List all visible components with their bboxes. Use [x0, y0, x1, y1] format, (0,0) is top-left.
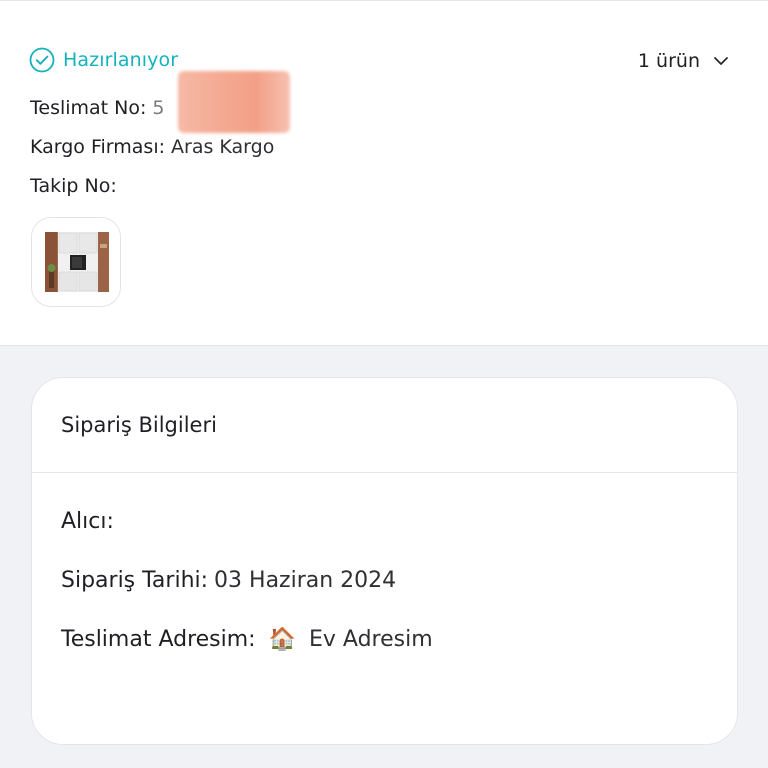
delivery-address-row: Teslimat Adresim: 🏠 Ev Adresim — [61, 627, 433, 652]
recipient-row: Alıcı: — [61, 509, 120, 534]
delivery-number-row: Teslimat No: 5 — [30, 97, 165, 119]
check-circle-icon — [29, 47, 55, 73]
delivery-address-value: Ev Adresim — [309, 627, 433, 652]
order-info-card: Sipariş Bilgileri Alıcı: Sipariş Tarihi:… — [31, 377, 738, 745]
item-count-toggle[interactable]: 1 ürün — [638, 50, 730, 72]
order-info-title: Sipariş Bilgileri — [32, 378, 737, 473]
order-date-value: 03 Haziran 2024 — [214, 568, 397, 593]
chevron-down-icon — [712, 52, 730, 70]
order-date-row: Sipariş Tarihi: 03 Haziran 2024 — [61, 568, 396, 593]
recipient-label: Alıcı: — [61, 509, 114, 534]
delivery-number-label: Teslimat No: — [30, 97, 147, 119]
tracking-number-row: Takip No: — [30, 175, 123, 197]
order-date-label: Sipariş Tarihi: — [61, 568, 209, 593]
cargo-company-value: Aras Kargo — [171, 136, 275, 158]
fade-overlay — [32, 674, 737, 744]
cargo-company-label: Kargo Firması: — [30, 136, 166, 158]
product-thumbnail[interactable] — [31, 217, 121, 307]
shipment-card: Hazırlanıyor 1 ürün Teslimat No: 5 Kargo … — [0, 0, 768, 346]
delivery-address-label: Teslimat Adresim: — [61, 627, 256, 652]
house-icon: 🏠 — [268, 627, 297, 652]
delivery-number-value: 5 — [152, 97, 165, 119]
cargo-company-row: Kargo Firması: Aras Kargo — [30, 136, 274, 158]
item-count-label: 1 ürün — [637, 50, 700, 72]
shipment-status: Hazırlanıyor — [29, 47, 178, 73]
redaction-overlay — [178, 71, 290, 133]
status-label: Hazırlanıyor — [63, 49, 179, 71]
tracking-number-label: Takip No: — [30, 175, 117, 197]
